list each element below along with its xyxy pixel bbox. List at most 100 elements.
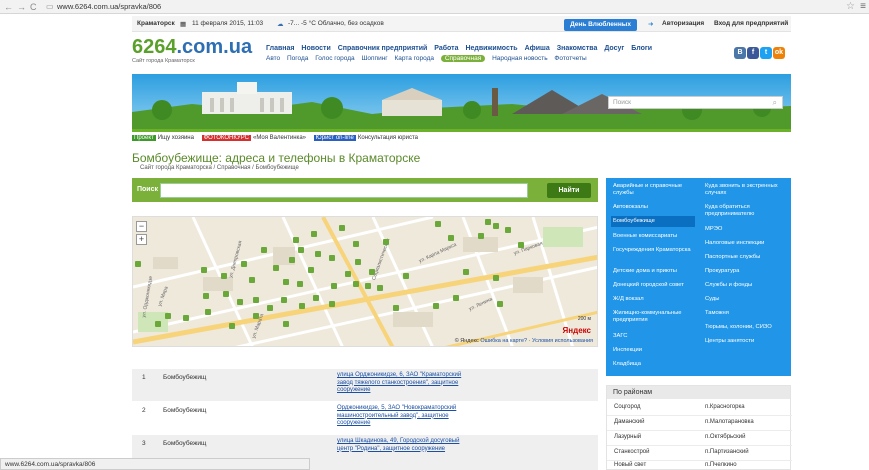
map-marker[interactable] <box>369 269 375 275</box>
category-item[interactable]: Налоговые инспекции <box>705 240 793 247</box>
category-item[interactable]: Ж/Д вокзал <box>613 296 701 303</box>
category-item[interactable]: Госучреждения Краматорска <box>613 247 701 254</box>
subnav-item[interactable]: Шоппинг <box>361 55 387 62</box>
category-item[interactable]: ЗАГС <box>613 333 701 340</box>
category-item[interactable]: Службы и фонды <box>705 282 793 289</box>
map-marker[interactable] <box>377 285 383 291</box>
category-item[interactable]: Центры занятости <box>705 338 793 345</box>
map-marker[interactable] <box>261 247 267 253</box>
facebook-icon[interactable]: f <box>747 47 759 59</box>
map-marker[interactable] <box>485 219 491 225</box>
map-marker[interactable] <box>205 309 211 315</box>
map-marker[interactable] <box>518 242 524 248</box>
row-address-link[interactable]: Орджоникидзе, 5, ЗАО "Новокраматорский м… <box>337 405 467 428</box>
district-item[interactable]: п.Красногорка <box>705 404 745 410</box>
map-marker[interactable] <box>453 295 459 301</box>
yandex-map[interactable]: − + ул. Орджоникидзе ул. Мира ул. Карла … <box>132 216 598 347</box>
promo-text[interactable]: Ищу хозяина <box>158 135 194 141</box>
subnav-item-active[interactable]: Справочная <box>440 55 486 62</box>
subnav-item[interactable]: Карта города <box>394 55 434 62</box>
map-marker[interactable] <box>353 241 359 247</box>
map-marker[interactable] <box>273 265 279 271</box>
category-item[interactable]: Донецкий городской совет <box>613 282 701 289</box>
map-marker[interactable] <box>505 227 511 233</box>
map-error-link[interactable]: Ошибка на карте? <box>480 338 527 344</box>
nav-item[interactable]: Досуг <box>604 45 624 52</box>
breadcrumb[interactable]: Сайт города Краматорска / Справочная / Б… <box>140 165 299 171</box>
subnav-item[interactable]: Голос города <box>315 55 354 62</box>
map-marker[interactable] <box>299 303 305 309</box>
category-item[interactable]: МРЭО <box>705 226 793 233</box>
promo-text[interactable]: «Моя Валентинка» <box>253 135 306 141</box>
map-marker[interactable] <box>329 255 335 261</box>
district-item[interactable]: Даманский <box>614 419 645 425</box>
nav-item[interactable]: Знакомства <box>557 45 598 52</box>
map-marker[interactable] <box>298 247 304 253</box>
nav-item[interactable]: Недвижимость <box>465 45 517 52</box>
map-marker[interactable] <box>281 297 287 303</box>
map-marker[interactable] <box>355 259 361 265</box>
city-name[interactable]: Краматорск <box>137 20 175 27</box>
zoom-in-button[interactable]: + <box>136 234 147 245</box>
category-item[interactable]: Жилищно-коммунальные предприятия <box>613 310 701 324</box>
map-marker[interactable] <box>253 297 259 303</box>
district-item[interactable]: п.Малотарановка <box>705 419 754 425</box>
map-marker[interactable] <box>448 235 454 241</box>
nav-item[interactable]: Новости <box>301 45 330 52</box>
category-item-selected[interactable]: Бомбоубежище <box>611 216 695 227</box>
directory-search-input[interactable] <box>160 183 528 198</box>
map-marker[interactable] <box>135 261 141 267</box>
map-marker[interactable] <box>339 225 345 231</box>
back-icon[interactable]: ← <box>4 2 13 12</box>
map-marker[interactable] <box>345 271 351 277</box>
map-marker[interactable] <box>253 313 259 319</box>
map-marker[interactable] <box>293 237 299 243</box>
district-item[interactable]: Новый свет <box>614 462 646 468</box>
nav-item[interactable]: Справочник предприятий <box>338 45 428 52</box>
map-marker[interactable] <box>315 251 321 257</box>
auth-link[interactable]: Авторизация <box>662 20 704 27</box>
district-item[interactable]: Лазурный <box>614 434 641 440</box>
nav-item[interactable]: Работа <box>434 45 458 52</box>
vk-icon[interactable]: В <box>734 47 746 59</box>
map-marker[interactable] <box>201 267 207 273</box>
site-logo[interactable]: 6264.com.ua Сайт города Краматорск <box>132 36 252 64</box>
map-marker[interactable] <box>497 301 503 307</box>
map-marker[interactable] <box>241 261 247 267</box>
nav-item[interactable]: Главная <box>266 45 294 52</box>
map-marker[interactable] <box>229 323 235 329</box>
banner-search-input[interactable]: Поиск ⌕ <box>608 96 783 109</box>
search-icon[interactable]: ⌕ <box>773 98 777 108</box>
map-marker[interactable] <box>313 295 319 301</box>
zoom-out-button[interactable]: − <box>136 221 147 232</box>
forward-icon[interactable]: → <box>17 2 26 12</box>
map-marker[interactable] <box>365 283 371 289</box>
valentine-button[interactable]: День Влюбленных <box>564 19 637 31</box>
map-marker[interactable] <box>223 291 229 297</box>
map-marker[interactable] <box>221 273 227 279</box>
map-marker[interactable] <box>249 277 255 283</box>
category-item[interactable]: Таможня <box>705 310 793 317</box>
star-icon[interactable]: ☆ <box>846 1 855 12</box>
map-marker[interactable] <box>331 283 337 289</box>
map-marker[interactable] <box>289 257 295 263</box>
category-item[interactable]: Детские дома и приюты <box>613 268 701 275</box>
map-marker[interactable] <box>463 269 469 275</box>
map-marker[interactable] <box>353 281 359 287</box>
map-marker[interactable] <box>237 299 243 305</box>
map-marker[interactable] <box>493 275 499 281</box>
map-marker[interactable] <box>267 305 273 311</box>
map-marker[interactable] <box>493 223 499 229</box>
category-item[interactable]: Прокуратура <box>705 268 793 275</box>
promo-text[interactable]: Консультация юриста <box>358 135 418 141</box>
category-item[interactable]: Аварийные и справочные службы <box>613 183 701 197</box>
district-item[interactable]: Соцгород <box>614 404 641 410</box>
row-address-link[interactable]: улица Шкадинова, 49, Городской досуговый… <box>337 438 467 453</box>
nav-item[interactable]: Афиша <box>525 45 550 52</box>
reload-icon[interactable]: C <box>30 2 37 12</box>
map-marker[interactable] <box>311 231 317 237</box>
menu-icon[interactable]: ≡ <box>860 1 866 12</box>
map-marker[interactable] <box>433 303 439 309</box>
map-marker[interactable] <box>283 279 289 285</box>
category-item[interactable]: Инспекции <box>613 347 701 354</box>
